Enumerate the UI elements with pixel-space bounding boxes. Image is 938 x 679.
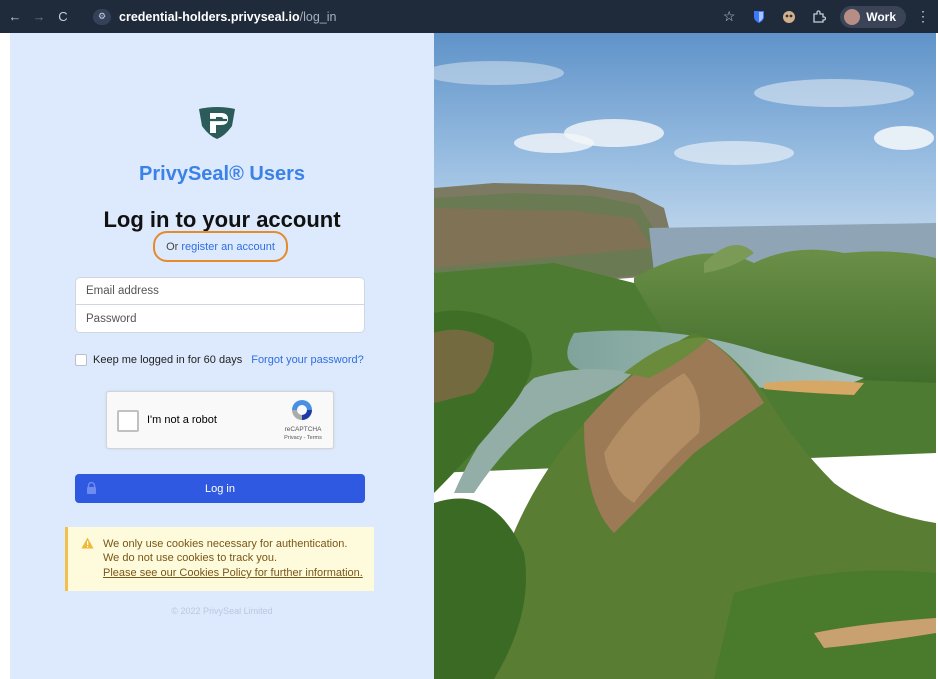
- register-link[interactable]: register an account: [181, 241, 275, 253]
- cookie-text-1: We only use cookies necessary for authen…: [103, 538, 348, 550]
- cookies-policy-link[interactable]: Please see our Cookies Policy for furthe…: [103, 567, 363, 579]
- reload-button[interactable]: C: [54, 9, 72, 24]
- keep-logged-in-row: Keep me logged in for 60 days Forgot you…: [75, 352, 364, 368]
- register-prompt: Or register an account: [153, 231, 288, 262]
- recaptcha-widget: I'm not a robot reCAPTCHA Privacy - Term…: [106, 391, 334, 449]
- address-bar[interactable]: ⚙ credential-holders.privyseal.io/log_in: [93, 5, 721, 28]
- profile-label: Work: [866, 9, 896, 24]
- brand-title: PrivySeal® Users: [139, 163, 305, 185]
- email-input[interactable]: [86, 285, 364, 297]
- url-host: credential-holders.privyseal.io: [119, 9, 300, 24]
- keep-logged-in-checkbox[interactable]: [75, 354, 87, 366]
- site-settings-icon[interactable]: ⚙: [93, 8, 111, 25]
- recaptcha-label: I'm not a robot: [147, 414, 217, 426]
- url-path: /log_in: [299, 9, 337, 24]
- profile-button[interactable]: Work: [840, 5, 906, 28]
- bookmark-star-icon[interactable]: ☆: [719, 7, 739, 27]
- bitwarden-extension-icon[interactable]: [749, 7, 769, 27]
- recaptcha-brand: reCAPTCHA: [284, 426, 322, 433]
- recaptcha-checkbox[interactable]: [117, 410, 139, 432]
- register-prefix: Or: [166, 240, 179, 253]
- login-button[interactable]: Log in: [75, 474, 365, 503]
- browser-actions: ☆ Work ⋮: [714, 0, 938, 33]
- extension-icon[interactable]: [779, 7, 799, 27]
- forgot-password-link[interactable]: Forgot your password?: [251, 354, 364, 366]
- password-input[interactable]: [86, 312, 364, 325]
- password-field[interactable]: [75, 305, 365, 333]
- recaptcha-logo-icon: [292, 400, 312, 420]
- page-title: Log in to your account: [103, 207, 341, 232]
- email-field[interactable]: [75, 277, 365, 305]
- login-button-label: Log in: [205, 482, 235, 495]
- more-menu-icon[interactable]: ⋮: [916, 8, 930, 25]
- landscape-hero-image: [434, 33, 936, 679]
- extensions-puzzle-icon[interactable]: [809, 7, 829, 27]
- copyright-text: © 2022 PrivySeal Limited: [171, 606, 273, 616]
- cookie-text-2: We do not use cookies to track you.: [103, 552, 278, 564]
- avatar: [844, 8, 861, 25]
- lock-icon: [87, 482, 96, 494]
- privyseal-logo-icon: [199, 107, 235, 139]
- cookie-notice: We only use cookies necessary for authen…: [65, 527, 374, 591]
- warning-icon: [81, 537, 94, 549]
- page-left-margin: [0, 33, 10, 679]
- back-button[interactable]: ←: [6, 9, 24, 24]
- keep-logged-in-label[interactable]: Keep me logged in for 60 days: [93, 354, 242, 366]
- recaptcha-links[interactable]: Privacy - Terms: [277, 435, 329, 441]
- forward-button[interactable]: →: [30, 9, 48, 24]
- browser-toolbar: ← → C ⚙ credential-holders.privyseal.io /…: [0, 0, 938, 33]
